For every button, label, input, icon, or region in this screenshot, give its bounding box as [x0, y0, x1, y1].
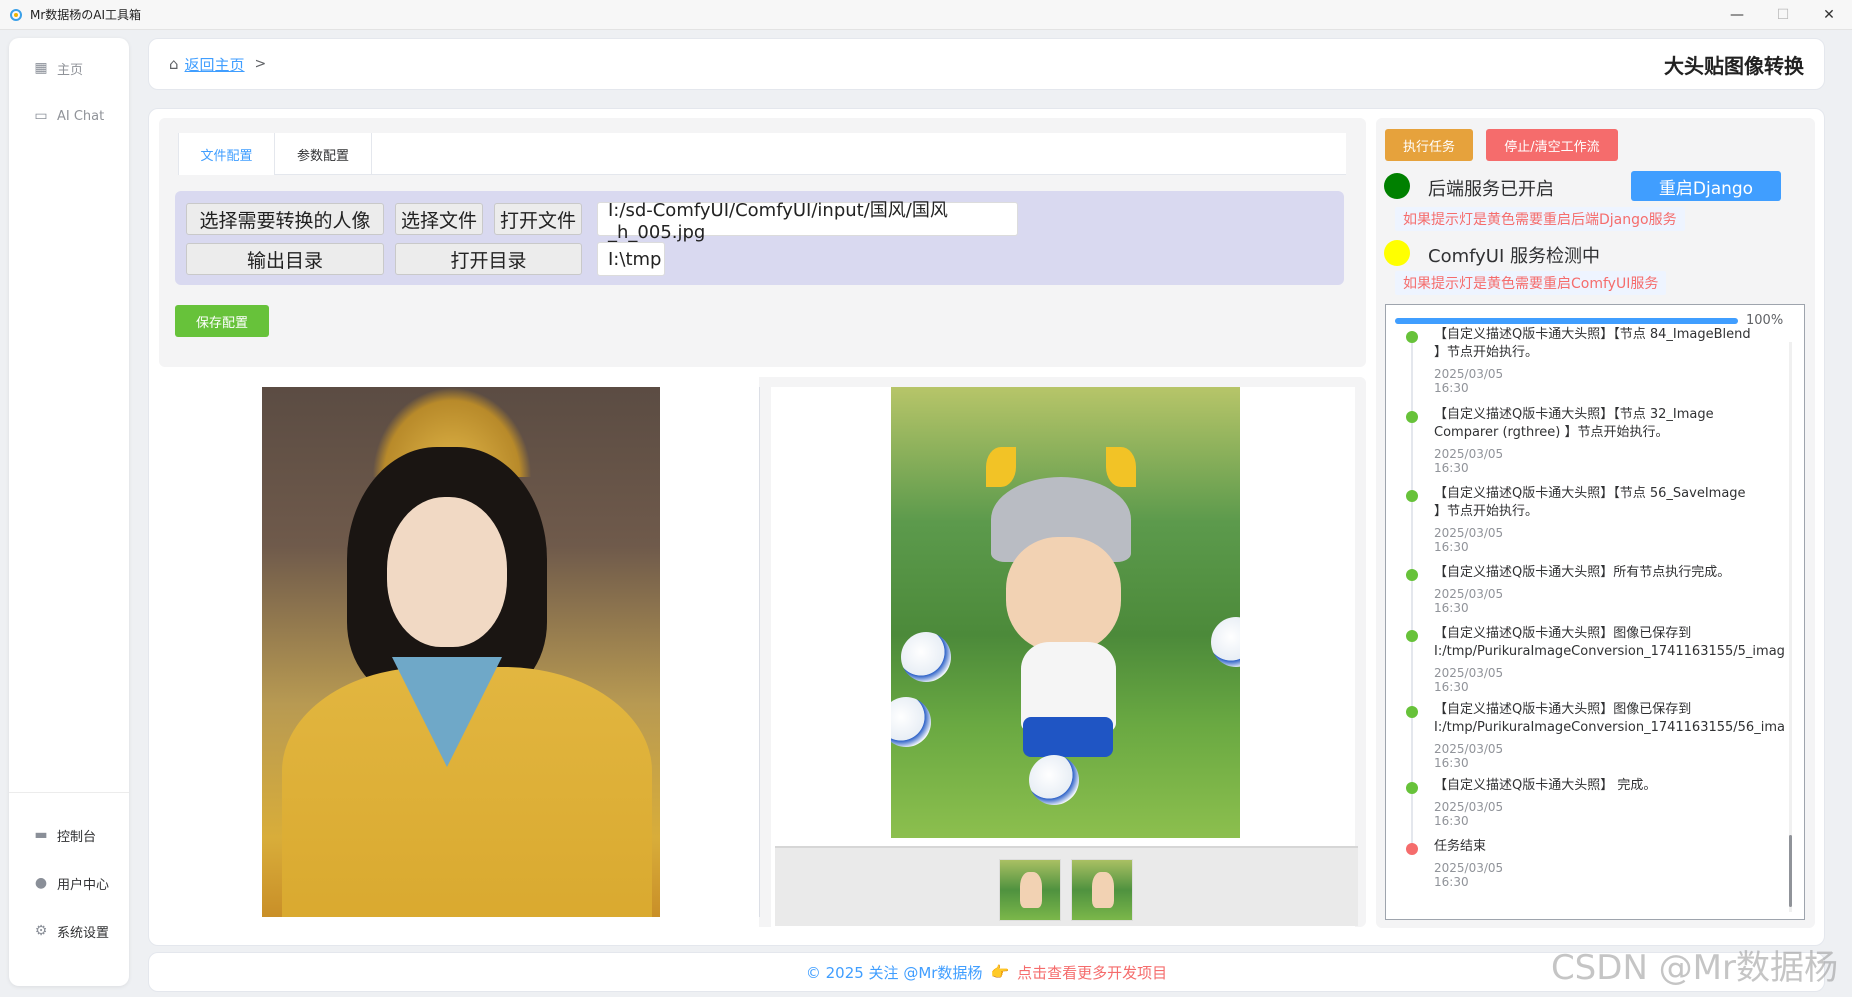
page-title: 大头贴图像转换: [1664, 53, 1804, 78]
open-dir-button[interactable]: 打开目录: [395, 243, 582, 275]
user-icon: ●: [34, 875, 48, 891]
sidebar-item-settings[interactable]: ⚙ 系统设置: [9, 911, 129, 951]
log-entry-time: 2025/03/05 16:30: [1434, 800, 1504, 828]
log-entry-text: 任务结束: [1434, 839, 1487, 854]
header: ⌂ 返回主页 > 大头贴图像转换: [148, 38, 1825, 90]
image-divider: [759, 387, 760, 917]
sidebar-item-user-center[interactable]: ● 用户中心: [9, 863, 129, 903]
backend-status-text: 后端服务已开启: [1428, 179, 1554, 200]
log-entry-text: 【自定义描述Q版卡通大头照】图像已保存到: [1434, 626, 1692, 641]
log-entry-text: Comparer (rgthree) 】节点开始执行。: [1434, 425, 1669, 440]
pointing-hand-icon: 👉: [990, 963, 1010, 981]
minimize-icon[interactable]: —: [1714, 0, 1760, 30]
log-entry-text: 】节点开始执行。: [1434, 504, 1539, 519]
back-home-link[interactable]: 返回主页: [185, 54, 245, 75]
log-entry-time: 2025/03/05 16:30: [1434, 861, 1504, 889]
output-cartoon-image: [891, 387, 1240, 838]
sidebar-item-label: 主页: [57, 62, 84, 78]
home-icon: ⌂: [169, 55, 179, 73]
thumbnail-strip: [775, 846, 1358, 926]
log-entry-text: I:/tmp/PurikuraImageConversion_174116315…: [1434, 720, 1784, 735]
thumbnail-image[interactable]: [999, 859, 1061, 921]
tab-param-config[interactable]: 参数配置: [275, 133, 372, 175]
log-entry-time: 2025/03/05 16:30: [1434, 666, 1504, 694]
sidebar-item-label: 系统设置: [57, 925, 110, 941]
log-entry-time: 2025/03/05 16:30: [1434, 587, 1504, 615]
progress-fill: [1395, 318, 1738, 324]
log-entry-text: 【自定义描述Q版卡通大头照】图像已保存到: [1434, 702, 1692, 717]
sidebar-item-label: 用户中心: [57, 877, 110, 893]
output-dir-button[interactable]: 输出目录: [186, 243, 384, 275]
log-entry-text: 【自定义描述Q版卡通大头照】所有节点执行完成。: [1434, 565, 1731, 580]
execute-task-button[interactable]: 执行任务: [1385, 129, 1473, 161]
maximize-icon[interactable]: ☐: [1760, 0, 1806, 30]
progress-bar: [1395, 318, 1738, 324]
stop-clear-workflow-button[interactable]: 停止/清空工作流: [1486, 129, 1618, 161]
gear-icon: ⚙: [34, 923, 48, 939]
log-entry-time: 2025/03/05 16:30: [1434, 447, 1504, 475]
open-file-button[interactable]: 打开文件: [494, 203, 582, 235]
timeline-dot: [1406, 843, 1418, 855]
close-icon[interactable]: ✕: [1806, 0, 1852, 30]
log-entry-text: 【自定义描述Q版卡通大头照】【节点 32_Image: [1434, 407, 1714, 422]
log-entry-text: 【自定义描述Q版卡通大头照】【节点 56_SaveImage: [1434, 486, 1746, 501]
timeline-dot: [1406, 706, 1418, 718]
sidebar-item-label: AI Chat: [57, 108, 105, 124]
breadcrumb-separator: >: [254, 56, 267, 72]
sidebar-item-console[interactable]: ▬ 控制台: [9, 815, 129, 855]
timeline-dot: [1406, 331, 1418, 343]
title-bar: Mr数据杨のAI工具箱 — ☐ ✕: [0, 0, 1852, 30]
footer-copyright-link[interactable]: © 2025 关注 @Mr数据杨: [806, 962, 983, 983]
log-entry-text: 【自定义描述Q版卡通大头照】【节点 84_ImageBlend: [1434, 327, 1751, 342]
comfyui-warning: 如果提示灯是黄色需要重启ComfyUI服务: [1395, 271, 1667, 295]
window-title: Mr数据杨のAI工具箱: [30, 8, 142, 22]
monitor-icon: ▬: [34, 827, 48, 843]
log-entry-time: 2025/03/05 16:30: [1434, 526, 1504, 554]
input-portrait-image: [262, 387, 660, 917]
watermark: CSDN @Mr数据杨: [1550, 948, 1838, 988]
sidebar-item-home[interactable]: ▦ 主页: [9, 48, 129, 88]
log-entry-text: 】节点开始执行。: [1434, 345, 1539, 360]
input-path-field[interactable]: I:/sd-ComfyUI/ComfyUI/input/国风/国风_h_005.…: [597, 200, 1018, 243]
sidebar-divider: [9, 792, 129, 793]
app-logo-icon: [10, 8, 22, 21]
backend-warning: 如果提示灯是黄色需要重启后端Django服务: [1395, 207, 1685, 231]
select-portrait-button[interactable]: 选择需要转换的人像: [186, 203, 384, 235]
select-file-button[interactable]: 选择文件: [395, 203, 483, 235]
config-tabs: 文件配置 参数配置: [178, 133, 1346, 175]
log-entry-text: I:/tmp/PurikuraImageConversion_174116315…: [1434, 644, 1784, 659]
comfyui-status-light: [1384, 240, 1410, 266]
restart-django-button[interactable]: 重启Django: [1631, 171, 1781, 201]
log-scrollbar[interactable]: [1789, 342, 1792, 912]
save-config-button[interactable]: 保存配置: [175, 305, 269, 337]
grid-icon: ▦: [34, 60, 48, 76]
comfyui-status-text: ComfyUI 服务检测中: [1428, 246, 1600, 267]
chat-icon: ▭: [34, 108, 48, 124]
timeline-dot: [1406, 630, 1418, 642]
output-path-field[interactable]: I:\tmp: [597, 242, 665, 276]
timeline-dot: [1406, 411, 1418, 423]
backend-status-light: [1384, 173, 1410, 199]
tab-file-config[interactable]: 文件配置: [178, 133, 275, 175]
window-controls: — ☐ ✕: [1714, 0, 1852, 30]
sidebar-item-ai-chat[interactable]: ▭ AI Chat: [9, 96, 129, 136]
sidebar-item-label: 控制台: [57, 829, 97, 845]
log-entry-time: 2025/03/05 16:30: [1434, 742, 1504, 770]
log-scrollbar-thumb[interactable]: [1789, 835, 1792, 907]
timeline-dot: [1406, 569, 1418, 581]
log-entry-time: 2025/03/05 16:30: [1434, 367, 1504, 395]
thumbnail-image[interactable]: [1071, 859, 1133, 921]
footer-more-projects-link[interactable]: 点击查看更多开发项目: [1017, 962, 1167, 983]
timeline-dot: [1406, 782, 1418, 794]
timeline-dot: [1406, 490, 1418, 502]
log-entry-text: 【自定义描述Q版卡通大头照】 完成。: [1434, 778, 1657, 793]
